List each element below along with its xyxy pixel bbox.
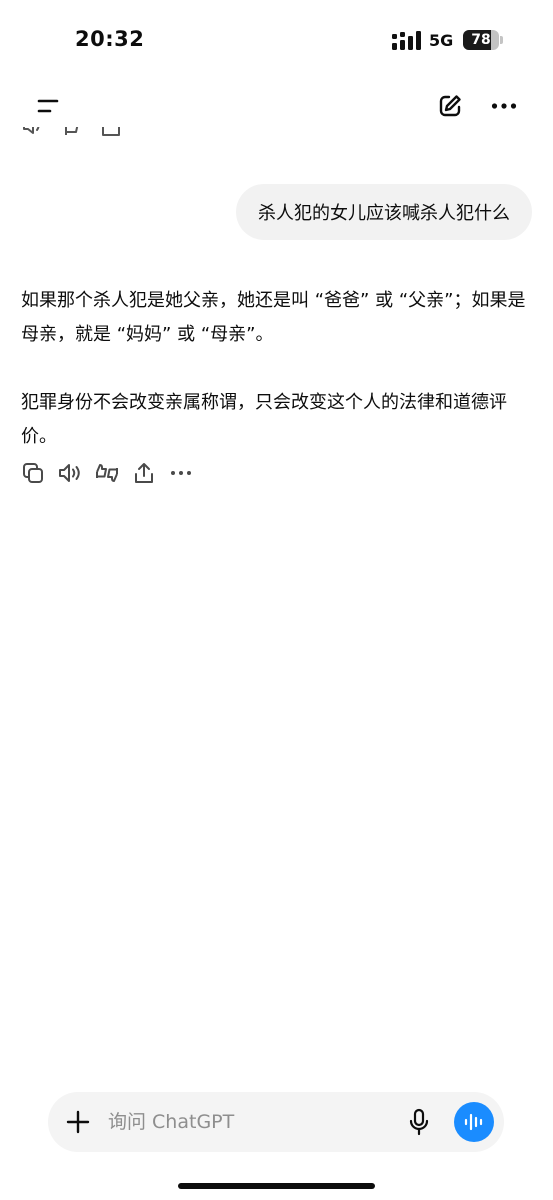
new-chat-button[interactable] xyxy=(432,88,468,124)
thumbs-icon xyxy=(96,464,118,482)
more-options-button[interactable] xyxy=(486,88,522,124)
share-icon xyxy=(102,127,120,136)
more-icon xyxy=(491,103,517,109)
composer xyxy=(48,1092,504,1152)
speaker-icon xyxy=(23,127,40,134)
assistant-paragraph: 犯罪身份不会改变亲属称谓，只会改变这个人的法律和道德评价。 xyxy=(21,392,507,447)
network-type: 5G xyxy=(429,31,454,50)
home-indicator xyxy=(178,1183,375,1189)
speaker-icon xyxy=(59,464,80,482)
attach-button[interactable] xyxy=(62,1106,94,1138)
share-icon xyxy=(135,463,153,483)
plus-icon xyxy=(66,1110,90,1134)
message-input[interactable] xyxy=(108,1104,388,1140)
signal-icon xyxy=(392,31,421,50)
share-button[interactable] xyxy=(129,458,159,488)
menu-icon xyxy=(37,99,59,113)
assistant-paragraph: 如果那个杀人犯是她父亲，她还是叫 “爸爸” 或 “父亲”；如果是母亲，就是 “妈… xyxy=(21,290,526,345)
menu-button[interactable] xyxy=(30,88,66,124)
thumbs-icon xyxy=(65,127,79,135)
more-actions-button[interactable] xyxy=(166,458,196,488)
waveform-icon xyxy=(464,1113,483,1131)
battery-level: 78 xyxy=(471,32,491,48)
assistant-message: 如果那个杀人犯是她父亲，她还是叫 “爸爸” 或 “父亲”；如果是母亲，就是 “妈… xyxy=(21,284,533,454)
more-icon xyxy=(171,471,191,475)
status-bar: 20:32 5G 78 xyxy=(0,0,553,80)
copy-icon xyxy=(23,463,43,483)
edit-icon xyxy=(439,95,461,117)
read-aloud-button[interactable] xyxy=(55,458,85,488)
dictate-button[interactable] xyxy=(403,1106,435,1138)
voice-mode-button[interactable] xyxy=(454,1102,494,1142)
microphone-icon xyxy=(409,1108,429,1136)
message-action-row xyxy=(18,458,203,488)
feedback-button[interactable] xyxy=(92,458,122,488)
copy-button[interactable] xyxy=(18,458,48,488)
status-time: 20:32 xyxy=(75,27,145,51)
previous-message-actions xyxy=(20,127,130,139)
user-message-bubble: 杀人犯的女儿应该喊杀人犯什么 xyxy=(236,184,532,240)
battery-icon: 78 xyxy=(463,30,503,50)
